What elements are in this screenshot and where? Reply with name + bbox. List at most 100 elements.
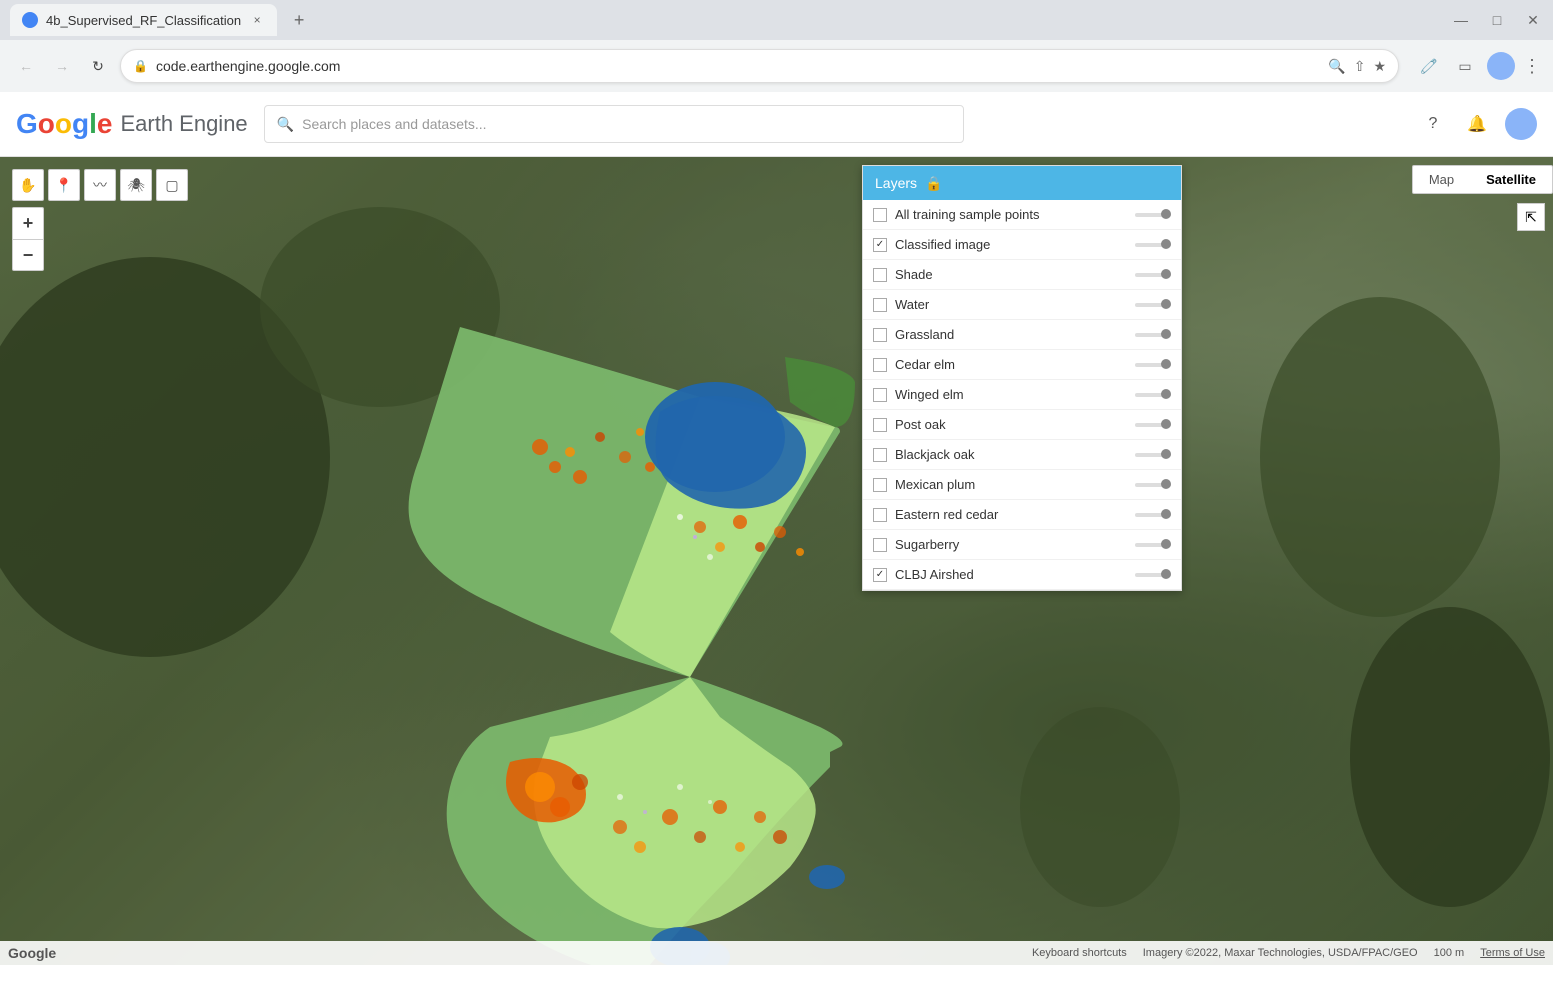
layer-checkbox[interactable] <box>873 388 887 402</box>
map-tools: ✋ 📍 〰 🕷 ▢ <box>12 169 188 201</box>
search-bar[interactable]: 🔍 Search places and datasets... <box>264 105 964 143</box>
keyboard-shortcuts[interactable]: Keyboard shortcuts <box>1032 947 1127 959</box>
profile-avatar[interactable] <box>1487 52 1515 80</box>
url-bar[interactable]: 🔒 code.earthengine.google.com 🔍 ⇧ ★ <box>120 49 1399 83</box>
rectangle-tool[interactable]: ▢ <box>156 169 188 201</box>
layer-item[interactable]: Winged elm <box>863 380 1181 410</box>
browser-actions: 🧷 ▭ ⋮ <box>1415 52 1541 80</box>
close-button[interactable]: ✕ <box>1523 10 1543 30</box>
layer-checkbox[interactable] <box>873 508 887 522</box>
layer-checkbox[interactable] <box>873 328 887 342</box>
layer-item[interactable]: Blackjack oak <box>863 440 1181 470</box>
notification-button[interactable]: 🔔 <box>1461 108 1493 140</box>
fullscreen-button[interactable]: ⇱ <box>1517 203 1545 231</box>
layer-opacity-slider[interactable] <box>1135 483 1171 487</box>
layer-item[interactable]: Eastern red cedar <box>863 500 1181 530</box>
status-bar: Google Keyboard shortcuts Imagery ©2022,… <box>0 941 1553 965</box>
layer-checkbox[interactable]: ✓ <box>873 568 887 582</box>
map-overlay <box>0 157 1553 965</box>
satellite-view-button[interactable]: Satellite <box>1470 166 1552 193</box>
layer-item[interactable]: Grassland <box>863 320 1181 350</box>
layer-opacity-slider[interactable] <box>1135 273 1171 277</box>
layers-lock-icon[interactable]: 🔒 <box>925 175 942 192</box>
layers-panel: Layers 🔒 All training sample points ✓ Clas… <box>862 165 1182 591</box>
sidebar-icon[interactable]: ▭ <box>1451 52 1479 80</box>
hand-tool[interactable]: ✋ <box>12 169 44 201</box>
layer-name: Blackjack oak <box>895 447 1127 462</box>
gee-logo: Google Earth Engine <box>16 108 248 140</box>
gee-title-text: Earth Engine <box>120 111 247 137</box>
tab-close-button[interactable]: × <box>249 12 265 28</box>
layer-checkbox[interactable] <box>873 298 887 312</box>
layers-list[interactable]: All training sample points ✓ Classified im… <box>863 200 1181 590</box>
layer-checkbox[interactable] <box>873 358 887 372</box>
layer-opacity-slider[interactable] <box>1135 423 1171 427</box>
google-g-letter: Google <box>16 108 112 140</box>
layer-name: Shade <box>895 267 1127 282</box>
address-bar: ← → ↻ 🔒 code.earthengine.google.com 🔍 ⇧ … <box>0 40 1553 92</box>
layer-opacity-slider[interactable] <box>1135 513 1171 517</box>
layer-name: Classified image <box>895 237 1127 252</box>
layer-opacity-slider[interactable] <box>1135 243 1171 247</box>
menu-button[interactable]: ⋮ <box>1523 56 1541 77</box>
layer-name: CLBJ Airshed <box>895 567 1127 582</box>
layer-name: Water <box>895 297 1127 312</box>
layer-item[interactable]: Post oak <box>863 410 1181 440</box>
layer-name: Eastern red cedar <box>895 507 1127 522</box>
point-tool[interactable]: 📍 <box>48 169 80 201</box>
layer-item[interactable]: Shade <box>863 260 1181 290</box>
layer-checkbox[interactable] <box>873 478 887 492</box>
layer-opacity-slider[interactable] <box>1135 393 1171 397</box>
map-view-toggle: Map Satellite <box>1412 165 1553 194</box>
window-controls: — □ ✕ <box>1451 10 1543 30</box>
layer-opacity-slider[interactable] <box>1135 543 1171 547</box>
search-placeholder: Search places and datasets... <box>302 116 486 132</box>
zoom-out-button[interactable]: − <box>12 239 44 271</box>
user-avatar[interactable] <box>1505 108 1537 140</box>
new-tab-button[interactable]: + <box>285 6 313 34</box>
layer-checkbox[interactable] <box>873 268 887 282</box>
layers-title: Layers <box>875 175 917 191</box>
layer-item[interactable]: Sugarberry <box>863 530 1181 560</box>
layer-item[interactable]: Mexican plum <box>863 470 1181 500</box>
layer-opacity-slider[interactable] <box>1135 303 1171 307</box>
zoom-in-button[interactable]: + <box>12 207 44 239</box>
polygon-tool[interactable]: 🕷 <box>120 169 152 201</box>
layer-opacity-slider[interactable] <box>1135 573 1171 577</box>
layer-item[interactable]: ✓ CLBJ Airshed <box>863 560 1181 590</box>
layer-item[interactable]: Water <box>863 290 1181 320</box>
active-tab[interactable]: 4b_Supervised_RF_Classification × <box>10 4 277 36</box>
layer-name: Cedar elm <box>895 357 1127 372</box>
layer-item[interactable]: Cedar elm <box>863 350 1181 380</box>
layer-opacity-slider[interactable] <box>1135 213 1171 217</box>
bookmark-icon[interactable]: ★ <box>1373 58 1386 75</box>
layer-checkbox[interactable] <box>873 448 887 462</box>
layer-checkbox[interactable] <box>873 208 887 222</box>
maximize-button[interactable]: □ <box>1487 10 1507 30</box>
layer-item[interactable]: ✓ Classified image <box>863 230 1181 260</box>
terms-of-use[interactable]: Terms of Use <box>1480 947 1545 959</box>
layer-checkbox[interactable] <box>873 418 887 432</box>
layer-name: Post oak <box>895 417 1127 432</box>
layer-item[interactable]: All training sample points <box>863 200 1181 230</box>
layer-checkbox[interactable]: ✓ <box>873 238 887 252</box>
url-actions: 🔍 ⇧ ★ <box>1328 58 1386 75</box>
layer-opacity-slider[interactable] <box>1135 333 1171 337</box>
share-icon[interactable]: ⇧ <box>1354 58 1366 75</box>
distance-scale: 100 m <box>1434 947 1465 959</box>
search-icon[interactable]: 🔍 <box>1328 58 1345 75</box>
layer-checkbox[interactable] <box>873 538 887 552</box>
back-button[interactable]: ← <box>12 52 40 80</box>
line-tool[interactable]: 〰 <box>84 169 116 201</box>
layer-opacity-slider[interactable] <box>1135 363 1171 367</box>
layer-opacity-slider[interactable] <box>1135 453 1171 457</box>
extensions-icon[interactable]: 🧷 <box>1415 52 1443 80</box>
url-text: code.earthengine.google.com <box>156 58 1320 74</box>
reload-button[interactable]: ↻ <box>84 52 112 80</box>
minimize-button[interactable]: — <box>1451 10 1471 30</box>
map-area[interactable]: ✋ 📍 〰 🕷 ▢ + − Layers 🔒 All training samp… <box>0 157 1553 965</box>
forward-button[interactable]: → <box>48 52 76 80</box>
help-button[interactable]: ? <box>1417 108 1449 140</box>
lock-icon: 🔒 <box>133 59 148 73</box>
map-view-button[interactable]: Map <box>1413 166 1470 193</box>
